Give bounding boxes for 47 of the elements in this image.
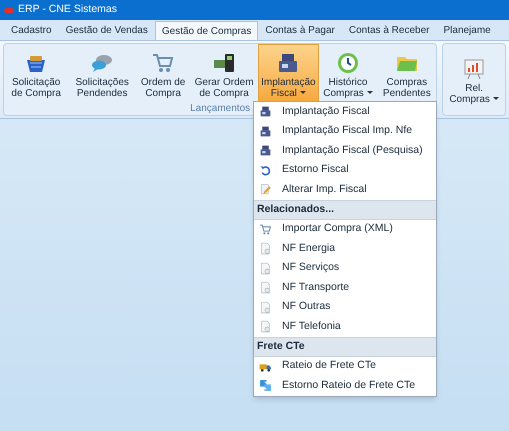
menu-item[interactable]: Estorno Rateio de Frete CTe [254, 376, 436, 396]
dropdown-caret-icon [366, 91, 373, 94]
undo-icon [259, 164, 272, 177]
document-icon [259, 281, 272, 294]
menu-item[interactable]: Estorno Fiscal [254, 160, 436, 180]
menu-item[interactable]: NF Outras [254, 298, 436, 317]
ribbon-tab[interactable]: Planejame [436, 20, 498, 40]
menu-section-header: Relacionados... [254, 200, 436, 220]
menu-item[interactable]: NF Telefonia [254, 317, 436, 336]
menu-item[interactable]: Alterar Imp. Fiscal [254, 180, 436, 200]
document-icon [259, 262, 272, 275]
menu-item[interactable]: NF Energia [254, 239, 436, 258]
menu-item[interactable]: Implantação Fiscal (Pesquisa) [254, 141, 436, 160]
ribbon-button[interactable]: Rel. Compras [443, 44, 505, 115]
menu-item[interactable]: Importar Compra (XML) [254, 220, 436, 239]
cash-register-icon [259, 124, 272, 138]
app-logo-icon [4, 8, 14, 12]
menu-item[interactable]: NF Serviços [254, 258, 436, 278]
ribbon-button[interactable]: Ordem de Compra [136, 44, 190, 103]
dropdown-caret-icon [300, 91, 306, 94]
document-icon [259, 242, 272, 256]
ribbon-tab[interactable]: Cadastro [4, 20, 59, 40]
swap-arrows-icon [259, 379, 272, 392]
chart-board-icon [462, 56, 486, 80]
ribbon-button[interactable]: Implantação Fiscal [258, 44, 319, 103]
cart-icon [259, 222, 272, 236]
cash-register-icon [259, 144, 272, 158]
menu-item[interactable]: Implantação Fiscal [254, 102, 436, 122]
menu-item[interactable]: Implantação Fiscal Imp. Nfe [254, 122, 436, 141]
ribbon-tab[interactable]: Gestão de Compras [154, 21, 258, 40]
document-icon [259, 320, 272, 334]
ribbon-tab[interactable]: Contas à Pagar [258, 20, 342, 40]
ribbon-button[interactable]: Gerar Ordem de Compra [190, 44, 258, 103]
ribbon-tab[interactable]: Gestão de Vendas [58, 20, 155, 40]
menu-item[interactable]: Rateio de Frete CTe [254, 356, 436, 376]
ribbon-button[interactable]: Solicitações Pendendes [68, 44, 136, 103]
ribbon-tab[interactable]: Contas à Receber [342, 20, 436, 40]
window-title: ERP - CNE Sistemas [18, 2, 117, 18]
clock-icon [336, 50, 360, 74]
edit-icon [259, 183, 272, 196]
ribbon-button[interactable]: Solicitação de Compra [4, 44, 68, 103]
cash-register-icon [259, 105, 272, 118]
menu-section-header: Frete CTe [254, 336, 436, 356]
menu-item[interactable]: NF Transporte [254, 278, 436, 298]
dropdown-caret-icon [492, 97, 499, 100]
group-label: Lançamentos [190, 103, 250, 115]
document-icon [259, 300, 272, 314]
